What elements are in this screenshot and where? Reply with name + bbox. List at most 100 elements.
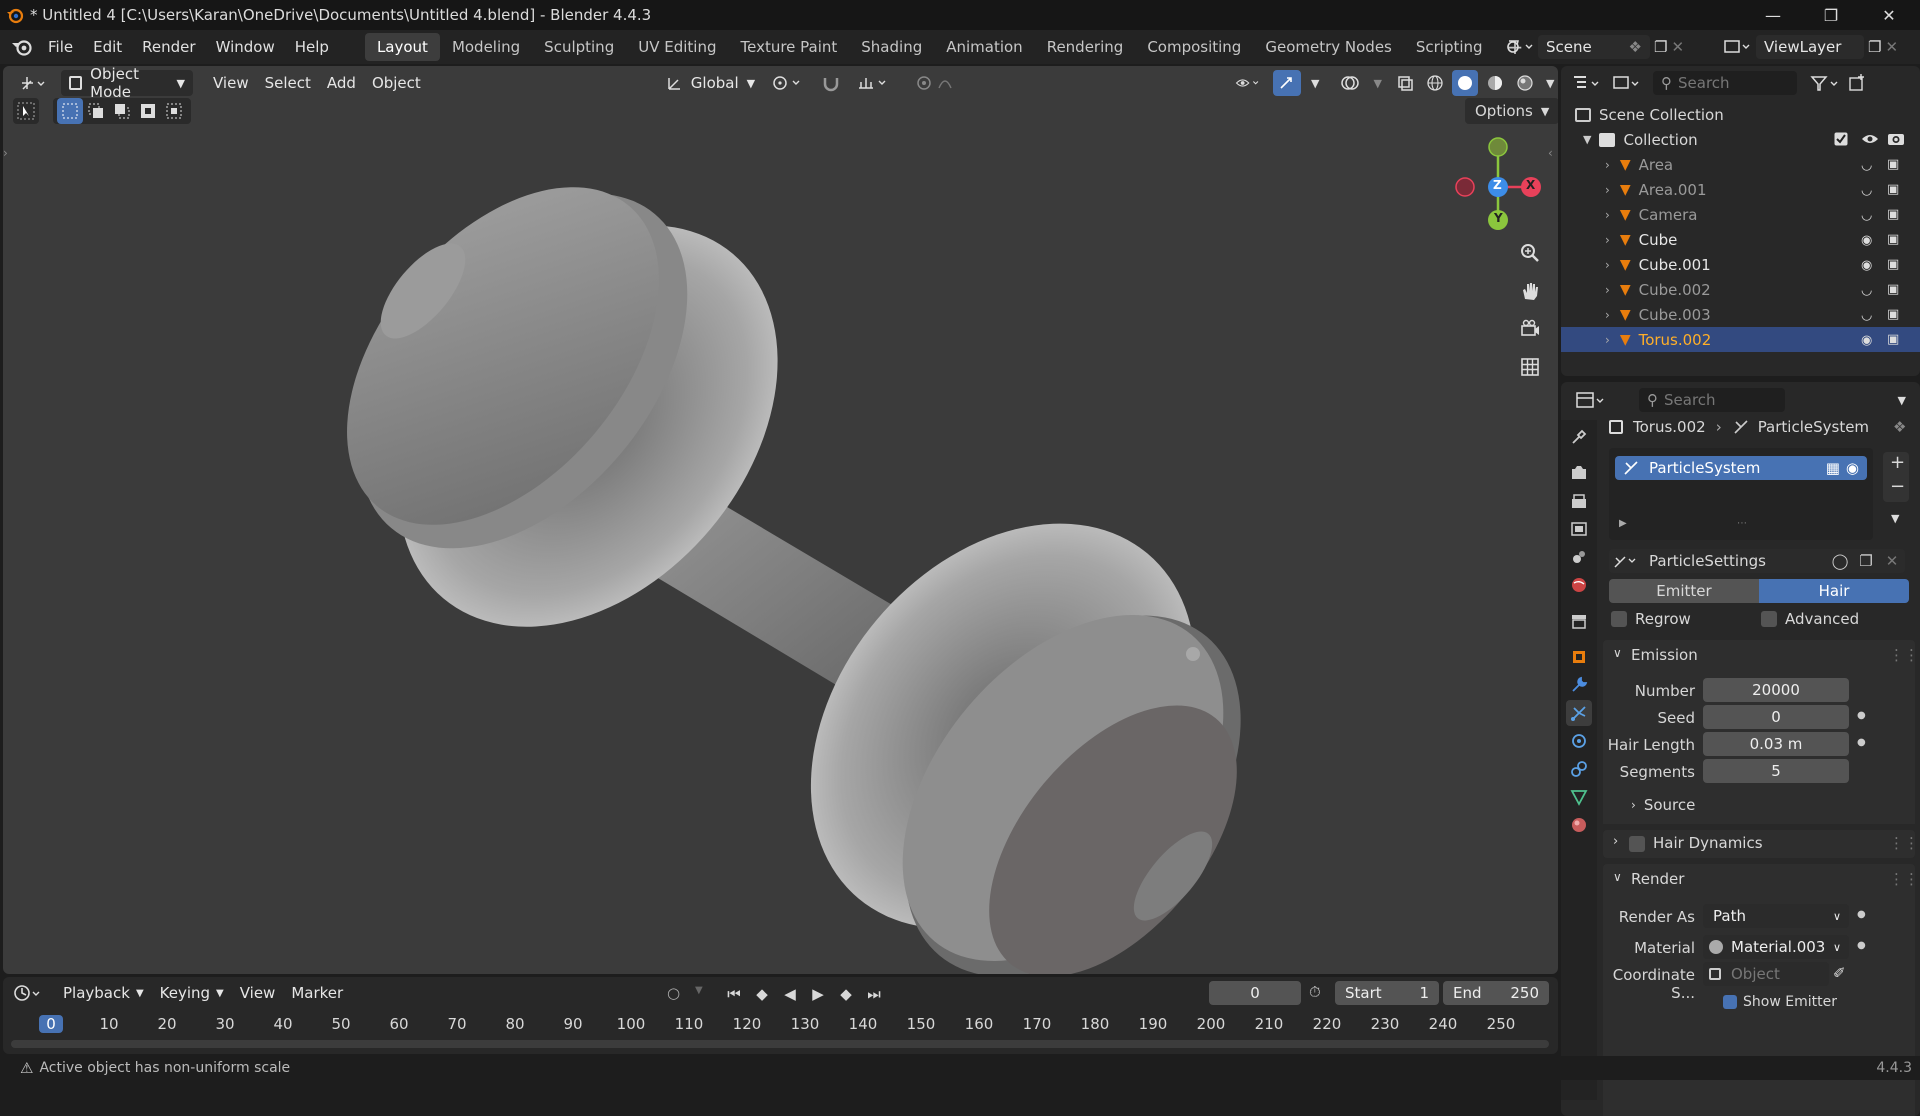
physics-tab-icon[interactable] [1566,728,1592,754]
delete-scene-icon[interactable]: ✕ [1671,38,1684,56]
menu-help[interactable]: Help [285,30,339,64]
camera-icon[interactable]: ▣ [1887,207,1899,222]
outliner-item[interactable]: › ▼ Area ◡ ▣ [1561,152,1920,177]
end-frame-field[interactable]: End 250 [1443,981,1549,1005]
camera-icon[interactable]: ▣ [1887,157,1899,172]
properties-search-input[interactable]: ⚲ Search [1639,388,1785,412]
eye-icon[interactable] [1861,131,1879,147]
eye-icon[interactable]: ◉ [1861,258,1872,273]
jump-start-icon[interactable]: ⏮ [721,981,747,1007]
show-emitter-checkbox[interactable]: Show Emitter [1723,994,1837,1010]
tab-layout[interactable]: Layout [364,33,440,61]
expand-arrow-icon[interactable]: › [1605,158,1610,172]
outliner-editor-icon[interactable] [1571,73,1603,93]
outliner-item[interactable]: › ▼ Camera ◡ ▣ [1561,202,1920,227]
camera-icon[interactable]: ▣ [1887,182,1899,197]
minimize-button[interactable]: — [1744,0,1802,30]
new-view-layer-icon[interactable]: ❐ [1868,38,1881,56]
number-field[interactable]: 20000 [1703,678,1849,702]
next-keyframe-icon[interactable]: ◆ [833,981,859,1007]
scene-name-field[interactable]: Scene ❖ [1538,35,1650,59]
keyframe-dot-icon[interactable]: ● [1857,940,1866,951]
stopwatch-icon[interactable]: ⏱ [1309,983,1321,1001]
chevron-down-icon[interactable]: ▼ [1891,512,1899,525]
render-as-dropdown[interactable]: Path ∨ [1703,904,1849,928]
eye-closed-icon[interactable]: ◡ [1861,158,1872,173]
outliner-search-input[interactable]: ⚲ Search [1653,71,1797,95]
object-tab-icon[interactable] [1566,644,1592,670]
blender-menu-icon[interactable] [10,37,34,57]
chevron-down-icon[interactable]: ▼ [1898,394,1906,407]
material-tab-icon[interactable] [1566,812,1592,838]
collection-tab-icon[interactable] [1566,608,1592,634]
frame-ruler[interactable]: 0 10 20 30 40 50 60 70 80 90 100 110 120 130 140 150 160… [3,1011,1558,1037]
outliner-item[interactable]: › ▼ Cube.001 ◉ ▣ [1561,252,1920,277]
keyframe-dot-icon[interactable]: ● [1857,737,1866,748]
particle-settings-browse-icon[interactable] [1609,549,1643,573]
emitter-tab[interactable]: Emitter [1609,579,1759,603]
start-frame-field[interactable]: Start 1 [1335,981,1439,1005]
tab-uv-editing[interactable]: UV Editing [626,33,728,61]
outliner-item[interactable]: › ▼ Torus.002 ◉ ▣ [1561,327,1920,352]
camera-icon[interactable] [1887,131,1905,147]
close-button[interactable]: ✕ [1860,0,1918,30]
menu-file[interactable]: File [38,30,83,64]
jump-end-icon[interactable]: ⏭ [861,981,887,1007]
coordinate-system-object-field[interactable]: Object [1703,962,1829,986]
seed-field[interactable]: 0 [1703,705,1849,729]
maximize-button[interactable]: ❐ [1802,0,1860,30]
current-frame-field[interactable]: 0 [1209,981,1301,1005]
expand-arrow-icon[interactable]: ▶ [1619,518,1627,529]
3d-viewport[interactable]: Object Mode ▼ View Select Add Object Glo… [3,66,1558,974]
world-tab-icon[interactable] [1566,572,1592,598]
chevron-down-icon[interactable]: ▼ [695,985,703,996]
material-dropdown[interactable]: Material.003 ∨ [1703,935,1849,959]
keyframe-dot-icon[interactable]: ● [1857,909,1866,920]
view-layer-tab-icon[interactable] [1566,516,1592,542]
eye-closed-icon[interactable]: ◡ [1861,308,1872,323]
camera-icon[interactable]: ▣ [1887,332,1899,347]
tool-tab-icon[interactable] [1566,424,1592,450]
pin-icon[interactable]: ❖ [1629,38,1642,56]
eyedropper-icon[interactable]: ✐ [1833,964,1846,982]
output-tab-icon[interactable] [1566,488,1592,514]
filter-icon[interactable] [1809,73,1843,93]
tab-modeling[interactable]: Modeling [440,33,532,61]
data-tab-icon[interactable] [1566,784,1592,810]
outliner-scene-collection[interactable]: Scene Collection [1561,102,1920,127]
expand-arrow-icon[interactable]: › [1605,183,1610,197]
expand-arrow-icon[interactable]: › [1605,258,1610,272]
timeline-menu-marker[interactable]: Marker [283,980,351,1006]
keyframe-dot-icon[interactable]: ● [1857,710,1866,721]
new-collection-icon[interactable] [1847,73,1867,93]
hair-length-field[interactable]: 0.03 m [1703,732,1849,756]
outliner-scrollbar[interactable] [1561,360,1920,376]
tab-compositing[interactable]: Compositing [1135,33,1253,61]
scene-icon[interactable] [1504,36,1534,58]
tab-sculpting[interactable]: Sculpting [532,33,626,61]
hair-dynamics-panel[interactable]: › Hair Dynamics ⋮⋮ [1603,830,1919,858]
view-layer-icon[interactable] [1722,36,1752,58]
emission-panel-header[interactable]: ∨ Emission ⋮⋮ [1603,640,1919,672]
menu-window[interactable]: Window [206,30,285,64]
camera-icon[interactable]: ▣ [1887,257,1899,272]
expand-arrow-icon[interactable]: › [1605,283,1610,297]
expand-arrow-icon[interactable]: ▼ [1583,133,1591,146]
tab-rendering[interactable]: Rendering [1035,33,1136,61]
tab-scripting[interactable]: Scripting [1404,33,1495,61]
play-reverse-icon[interactable]: ◀ [777,981,803,1007]
timeline-scrollbar[interactable] [11,1040,1549,1048]
segments-field[interactable]: 5 [1703,759,1849,783]
outliner-item[interactable]: › ▼ Cube ◉ ▣ [1561,227,1920,252]
constraints-tab-icon[interactable] [1566,756,1592,782]
display-mode-icon[interactable] [1611,73,1643,93]
drag-handle-icon[interactable]: ⋮⋮ [1889,834,1919,852]
particle-settings-name-field[interactable]: ParticleSettings [1643,549,1827,573]
hair-tab[interactable]: Hair [1759,579,1909,603]
eye-icon[interactable]: ◉ [1861,233,1872,248]
advanced-checkbox[interactable]: Advanced [1761,610,1859,628]
timeline-menu-playback[interactable]: Playback ▼ [55,980,152,1006]
prev-keyframe-icon[interactable]: ◆ [749,981,775,1007]
regrow-checkbox[interactable]: Regrow [1611,610,1691,628]
camera-icon[interactable]: ▣ [1887,307,1899,322]
